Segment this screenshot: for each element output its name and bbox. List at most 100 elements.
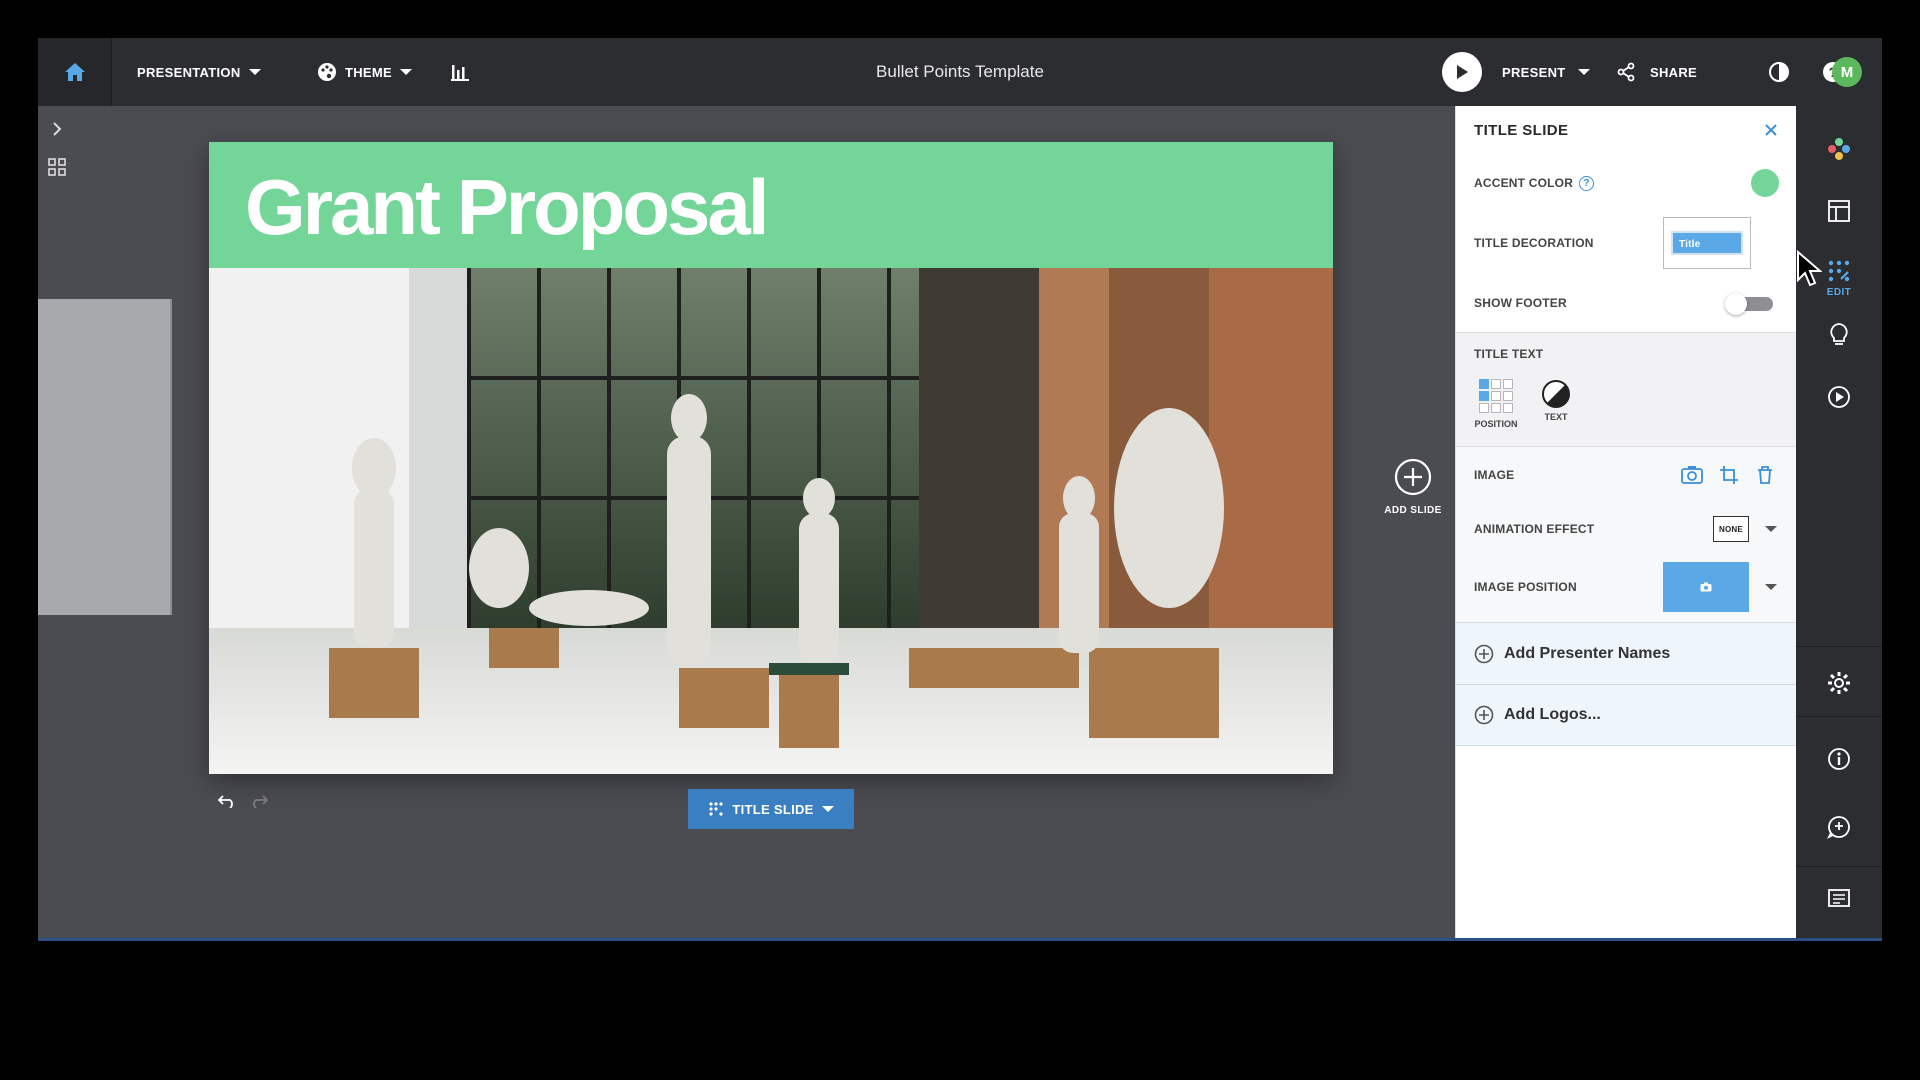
undo-icon[interactable]	[218, 794, 236, 808]
presentation-menu-label: PRESENTATION	[137, 64, 241, 80]
animation-button[interactable]	[1796, 374, 1882, 420]
image-position-label: IMAGE POSITION	[1474, 580, 1577, 594]
contrast-button[interactable]	[1768, 38, 1790, 106]
add-slide-label: ADD SLIDE	[1384, 505, 1442, 516]
chart-button[interactable]	[450, 38, 470, 106]
position-label: POSITION	[1474, 419, 1518, 429]
layout-icon	[1828, 200, 1850, 222]
color-palette-icon	[1828, 138, 1850, 160]
add-presenter-names-button[interactable]: Add Presenter Names	[1456, 622, 1797, 684]
title-position-option[interactable]: POSITION	[1471, 379, 1521, 429]
theme-menu[interactable]: THEME	[317, 38, 412, 106]
text-label: TEXT	[1544, 412, 1568, 422]
mouse-cursor-icon	[1797, 250, 1822, 287]
comments-button[interactable]	[1796, 804, 1882, 850]
plus-circle-icon	[1394, 458, 1432, 496]
layout-button[interactable]	[1796, 188, 1882, 234]
title-text-label: TITLE TEXT	[1474, 347, 1544, 361]
add-slide-button[interactable]: ADD SLIDE	[1358, 458, 1468, 516]
accent-color-row: ACCENT COLOR ?	[1456, 154, 1797, 212]
slide-image[interactable]	[209, 268, 1333, 774]
layout-dots-icon	[709, 802, 723, 816]
chevron-right-icon[interactable]	[52, 122, 62, 136]
share-button[interactable]: SHARE	[1616, 38, 1697, 106]
play-icon	[1442, 52, 1482, 92]
show-footer-label: SHOW FOOTER	[1474, 296, 1567, 310]
presentation-menu[interactable]: PRESENTATION	[137, 38, 261, 106]
slide-layout-label: TITLE SLIDE	[732, 801, 814, 817]
image-section: IMAGE ANIMATION EFFECT NONE IMAGE POSITI…	[1456, 446, 1797, 622]
panel-title: TITLE SLIDE	[1474, 121, 1569, 139]
title-text-color-option[interactable]: TEXT	[1531, 379, 1581, 422]
title-decoration-label: TITLE DECORATION	[1474, 236, 1594, 250]
trash-icon[interactable]	[1757, 466, 1773, 484]
grid-view-icon[interactable]	[48, 158, 66, 176]
play-circle-icon	[1828, 386, 1850, 408]
tool-rail: EDIT	[1796, 106, 1882, 941]
home-icon	[64, 63, 85, 81]
user-avatar[interactable]: M	[1832, 57, 1862, 87]
chat-plus-icon	[1827, 816, 1850, 839]
properties-panel: TITLE SLIDE ACCENT COLOR ? TITLE DECORAT…	[1455, 106, 1797, 941]
slide-layout-button[interactable]: TITLE SLIDE	[688, 789, 854, 829]
accent-color-swatch[interactable]	[1751, 169, 1779, 197]
accessibility-button[interactable]	[1796, 736, 1882, 782]
show-footer-row: SHOW FOOTER	[1456, 274, 1797, 332]
speaker-notes-button[interactable]	[1796, 876, 1882, 922]
share-icon	[1617, 62, 1635, 82]
slide-title[interactable]: Grant Proposal	[245, 162, 769, 253]
slide-canvas[interactable]: Grant Proposal	[209, 142, 1333, 774]
plus-circle-icon	[1474, 644, 1494, 663]
chevron-down-icon[interactable]	[1765, 526, 1777, 532]
chevron-down-icon	[248, 69, 261, 75]
top-bar: PRESENTATION THEME Bullet Points Templat…	[38, 38, 1882, 106]
redo-icon[interactable]	[250, 794, 268, 808]
title-text-header: TITLE TEXT	[1456, 333, 1797, 375]
image-position-select[interactable]	[1663, 562, 1749, 612]
theme-colors-button[interactable]	[1796, 126, 1882, 172]
contrast-icon	[1769, 62, 1789, 82]
home-button[interactable]	[38, 38, 112, 106]
add-logos-button[interactable]: Add Logos...	[1456, 684, 1797, 746]
present-button[interactable]: PRESENT	[1442, 38, 1590, 106]
document-title: Bullet Points Template	[876, 62, 1044, 81]
help-circle-icon[interactable]: ?	[1579, 175, 1595, 191]
palette-icon	[318, 63, 336, 81]
bar-chart-icon	[451, 65, 469, 81]
camera-icon	[1700, 582, 1712, 592]
replace-image-icon[interactable]	[1681, 465, 1703, 485]
ideas-button[interactable]	[1796, 312, 1882, 358]
share-label: SHARE	[1650, 64, 1698, 80]
title-text-section: TITLE TEXT POSITION TEXT	[1456, 332, 1797, 446]
app-window: PRESENTATION THEME Bullet Points Templat…	[38, 38, 1882, 941]
present-label: PRESENT	[1502, 64, 1566, 80]
notes-icon	[1828, 889, 1850, 907]
image-label: IMAGE	[1474, 468, 1515, 482]
accent-color-label: ACCENT COLOR	[1474, 176, 1574, 190]
crop-icon[interactable]	[1719, 465, 1739, 485]
add-logos-label: Add Logos...	[1504, 706, 1601, 723]
position-grid-icon	[1471, 379, 1521, 413]
gear-icon	[1828, 672, 1850, 694]
contrast-icon	[1542, 380, 1570, 408]
animation-effect-label: ANIMATION EFFECT	[1474, 522, 1595, 536]
theme-menu-label: THEME	[345, 64, 392, 80]
animation-effect-select[interactable]: NONE	[1713, 516, 1749, 542]
settings-button[interactable]	[1796, 660, 1882, 706]
chevron-down-icon[interactable]	[1765, 584, 1777, 590]
show-footer-toggle[interactable]	[1725, 293, 1775, 315]
title-decoration-picker[interactable]: Title	[1663, 217, 1751, 269]
previous-slide-thumbnail[interactable]	[38, 299, 172, 615]
bottom-accent-line	[38, 938, 1882, 941]
plus-circle-icon	[1474, 705, 1494, 725]
image-position-row: IMAGE POSITION	[1456, 555, 1797, 619]
add-presenter-names-label: Add Presenter Names	[1504, 644, 1671, 662]
edit-dots-icon	[1828, 260, 1850, 281]
chevron-down-icon	[400, 69, 412, 75]
undo-redo-group	[218, 794, 268, 808]
slide-title-band: Grant Proposal	[209, 142, 1333, 268]
title-decoration-row: TITLE DECORATION Title	[1456, 212, 1797, 274]
image-header-row: IMAGE	[1456, 447, 1797, 503]
panel-header: TITLE SLIDE	[1456, 106, 1796, 154]
close-icon[interactable]	[1764, 123, 1778, 137]
